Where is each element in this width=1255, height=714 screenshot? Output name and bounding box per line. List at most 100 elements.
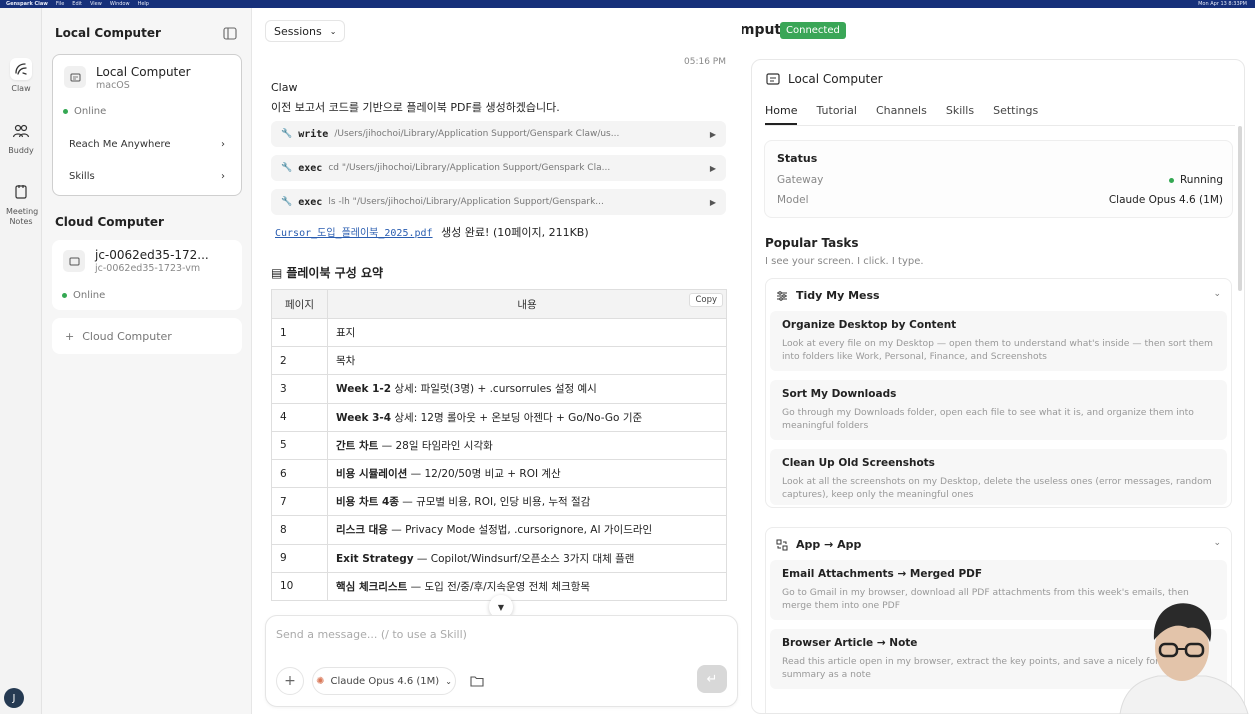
folder-button[interactable] [464, 667, 490, 695]
menubar-edit[interactable]: Edit [72, 1, 82, 7]
pdf-file-link[interactable]: Cursor_도입_플레이북_2025.pdf [275, 228, 433, 239]
folder-icon [470, 676, 484, 687]
send-button[interactable]: ↵ [697, 665, 727, 693]
content-cell-text: — 28일 타임라인 시각화 [378, 439, 493, 452]
table-row: 9 Exit Strategy — Copilot/Windsurf/오픈소스 3… [271, 543, 727, 573]
menubar-view[interactable]: View [90, 1, 102, 7]
table-row: 6 비용 시뮬레이션 — 12/20/50명 비교 + ROI 계산 [271, 458, 727, 489]
computer-icon [766, 73, 780, 85]
tool-arg: /Users/jihochoi/Library/Application Supp… [334, 129, 620, 139]
table-header-page: 페이지 [271, 289, 328, 319]
plus-icon: + [284, 673, 296, 689]
tab-home[interactable]: Home [765, 104, 798, 125]
model-row: Model Claude Opus 4.6 (1M) [777, 194, 1223, 206]
content-cell-text: 상세: 파일럿(3명) + .cursorrules 설정 예시 [391, 383, 597, 396]
page-number-cell: 4 [271, 402, 328, 432]
menubar-app-name[interactable]: Genspark Claw [6, 1, 48, 7]
sliders-icon [777, 290, 787, 301]
computer-icon [64, 66, 86, 88]
content-cell-text: — 도입 전/중/후/지속운영 전체 체크항목 [407, 580, 590, 593]
message-composer: + ✺ Claude Opus 4.6 (1M) ⌄ ↵ [265, 615, 738, 707]
page-number-cell: 3 [271, 374, 328, 404]
add-cloud-computer-button[interactable]: + Cloud Computer [52, 318, 242, 354]
wrench-icon: 🔧 [281, 197, 293, 207]
gateway-row: Gateway Running [777, 174, 1223, 186]
add-attachment-button[interactable]: + [276, 667, 304, 695]
tab-skills[interactable]: Skills [946, 104, 974, 125]
rail-label-claw: Claw [11, 84, 31, 93]
connected-badge: Connected [780, 22, 846, 39]
local-computer-title: Local Computer [96, 65, 191, 79]
content-cell: 표지 [327, 317, 727, 348]
content-cell: 비용 시뮬레이션 — 12/20/50명 비교 + ROI 계산 [327, 458, 727, 489]
content-cell: Week 1-2 상세: 파일럿(3명) + .cursorrules 설정 예… [327, 374, 727, 404]
webcam-overlay [1110, 596, 1255, 714]
local-computer-heading: Local Computer [55, 26, 161, 40]
message-intro: 이전 보고서 코드를 기반으로 플레이북 PDF를 생성하겠습니다. [271, 101, 560, 114]
system-menubar: Genspark Claw File Edit View Window Help… [0, 0, 1255, 8]
content-cell-text: — 12/20/50명 비교 + ROI 계산 [407, 468, 561, 481]
user-avatar[interactable]: J [4, 688, 24, 708]
content-cell-text: — Copilot/Windsurf/오픈소스 3가지 대체 플랜 [413, 552, 635, 565]
rail-label-meeting-notes: Meeting Notes [6, 207, 39, 226]
chat-panel: Sessions ⌄ 05:16 PM Claw 이전 보고서 코드를 기반으로 … [252, 8, 742, 714]
chevron-down-icon: ⌄ [329, 26, 337, 36]
status-heading: Status [777, 152, 818, 165]
tool-call-write[interactable]: 🔧 write /Users/jihochoi/Library/Applicat… [271, 121, 726, 147]
page-number-cell: 1 [271, 317, 328, 348]
chevron-down-icon[interactable]: ⌄ [1213, 538, 1221, 548]
chevron-down-icon[interactable]: ⌄ [1213, 289, 1221, 299]
cloud-computer-title: jc-0062ed35-172... [95, 248, 209, 262]
model-selector[interactable]: ✺ Claude Opus 4.6 (1M) ⌄ [312, 667, 456, 695]
group-header[interactable]: App → App [776, 538, 861, 551]
expand-triangle-icon[interactable]: ▶ [710, 130, 716, 139]
content-cell-bold: Week 3-4 [336, 411, 392, 424]
group-header[interactable]: Tidy My Mess [776, 289, 880, 302]
chevron-right-icon: › [221, 170, 225, 182]
result-text: 생성 완료! (10페이지, 211KB) [441, 226, 589, 239]
copy-button[interactable]: Copy [689, 293, 723, 307]
rail-label-buddy: Buddy [8, 146, 34, 155]
skills-row[interactable]: Skills › [59, 165, 231, 187]
cloud-computer-id: jc-0062ed35-1723-vm [95, 263, 201, 274]
tool-call-exec-1[interactable]: 🔧 exec cd "/Users/jihochoi/Library/Appli… [271, 155, 726, 181]
page-number-cell: 5 [271, 430, 328, 460]
task-sort-downloads[interactable]: Sort My Downloads Go through my Download… [770, 380, 1227, 440]
wrench-icon: 🔧 [281, 163, 293, 173]
cloud-computer-card[interactable]: jc-0062ed35-172... jc-0062ed35-1723-vm O… [52, 240, 242, 310]
tab-settings[interactable]: Settings [993, 104, 1038, 125]
collapse-sidebar-icon[interactable] [223, 25, 237, 44]
page-number-cell: 7 [271, 487, 328, 517]
content-cell: 간트 차트 — 28일 타임라인 시각화 [327, 430, 727, 460]
message-input[interactable] [276, 628, 716, 641]
expand-triangle-icon[interactable]: ▶ [710, 164, 716, 173]
notes-icon [10, 181, 32, 203]
rail-item-buddy[interactable]: Buddy [0, 120, 42, 155]
local-online-status: Online [63, 106, 106, 117]
local-computer-card[interactable]: Local Computer macOS Online Reach Me Any… [52, 54, 242, 196]
menubar-clock: Mon Apr 13 8:33PM [1198, 1, 1247, 7]
tab-channels[interactable]: Channels [876, 104, 927, 125]
page-number-cell: 10 [271, 571, 328, 601]
content-cell-bold: 간트 차트 [336, 439, 379, 452]
chevron-down-icon: ▼ [497, 602, 505, 612]
sessions-dropdown[interactable]: Sessions ⌄ [265, 20, 346, 42]
table-row: 8 리스크 대응 — Privacy Mode 설정법, .cursorignor… [271, 515, 727, 545]
menubar-file[interactable]: File [56, 1, 64, 7]
online-dot-icon [63, 109, 68, 114]
rail-item-meeting-notes[interactable]: Meeting Notes [0, 181, 42, 227]
tool-call-exec-2[interactable]: 🔧 exec ls -lh "/Users/jihochoi/Library/A… [271, 189, 726, 215]
dashboard-scrollbar[interactable] [1238, 126, 1242, 291]
menubar-window[interactable]: Window [110, 1, 130, 7]
tool-arg: cd "/Users/jihochoi/Library/Application … [328, 163, 611, 173]
group-tidy-my-mess: Tidy My Mess ⌄ Organize Desktop by Conte… [765, 278, 1232, 508]
task-organize-desktop[interactable]: Organize Desktop by Content Look at ever… [770, 311, 1227, 371]
tab-tutorial[interactable]: Tutorial [816, 104, 856, 125]
menubar-help[interactable]: Help [138, 1, 149, 7]
rail-item-claw[interactable]: Claw [0, 58, 42, 93]
task-clean-screenshots[interactable]: Clean Up Old Screenshots Look at all the… [770, 449, 1227, 505]
expand-triangle-icon[interactable]: ▶ [710, 198, 716, 207]
content-cell: Week 3-4 상세: 12명 롤아웃 + 온보딩 아젠다 + Go/No-G… [327, 402, 727, 432]
document-icon: ▤ [271, 265, 283, 280]
reach-me-anywhere-row[interactable]: Reach Me Anywhere › [59, 133, 231, 155]
